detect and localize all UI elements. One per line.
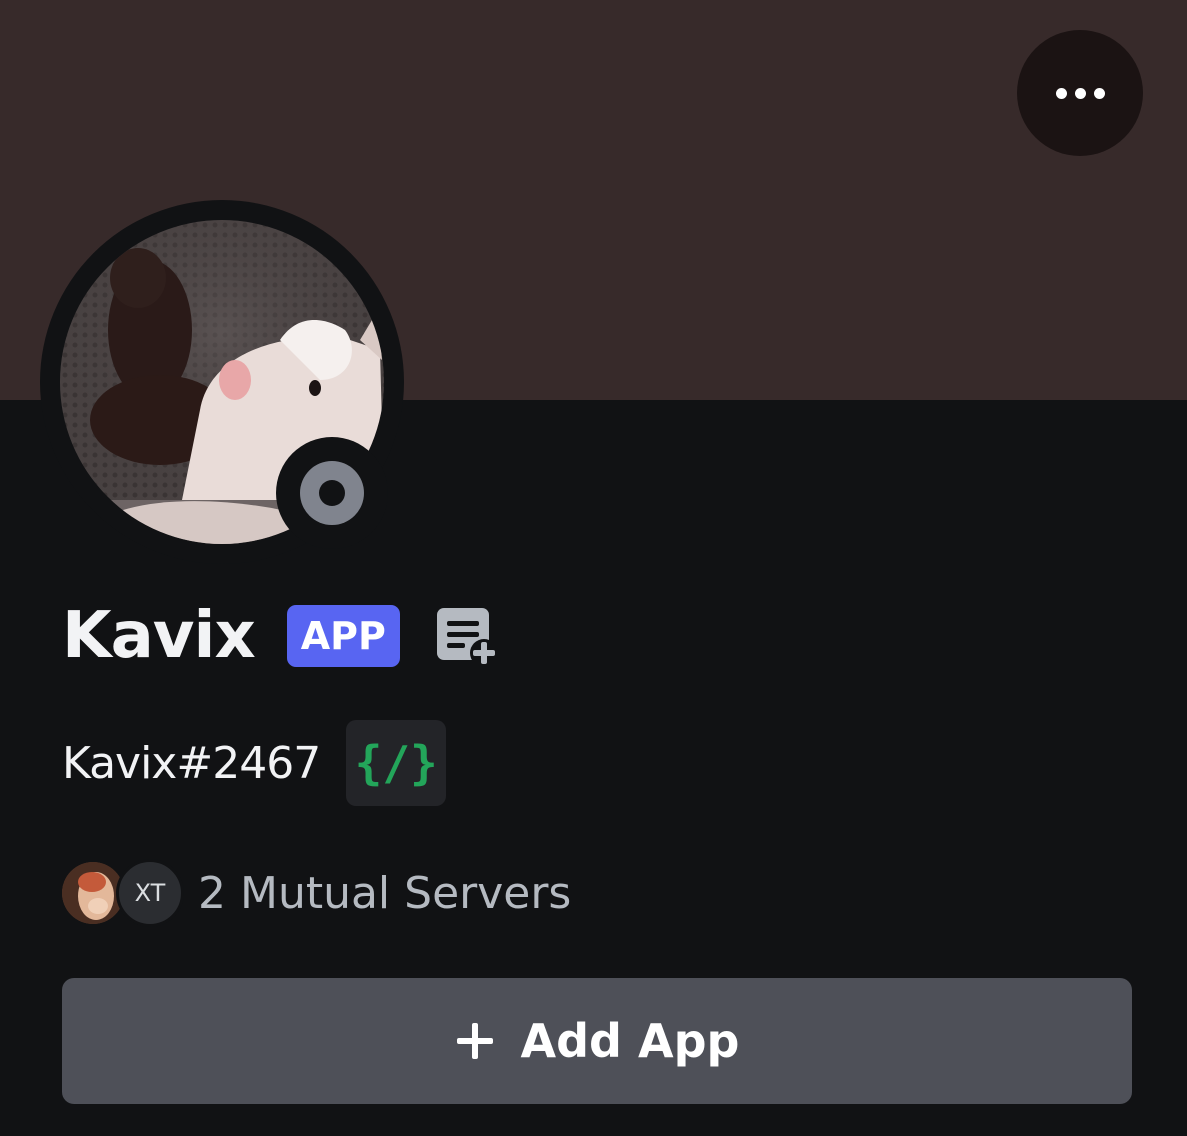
username: Kavix#2467 [62, 737, 321, 789]
mutual-servers[interactable]: XT 2 Mutual Servers [62, 859, 572, 927]
more-options-icon-dot [1074, 87, 1086, 99]
app-profile-card: Kavix APP Kavix#2467 {/} XT 2 Mutual Ser… [0, 0, 1187, 1136]
more-options-button[interactable] [1017, 30, 1143, 156]
server-icon [62, 862, 124, 924]
add-app-label: Add App [520, 1014, 740, 1068]
developer-badge[interactable]: {/} [346, 720, 447, 806]
add-app-button[interactable]: Add App [62, 978, 1132, 1104]
plus-icon [456, 1023, 493, 1059]
slash-commands-icon[interactable] [434, 603, 500, 669]
name-row: Kavix APP [62, 598, 500, 673]
display-name[interactable]: Kavix [62, 599, 256, 673]
app-badge: APP [286, 604, 400, 667]
username-row: Kavix#2467 {/} [62, 720, 447, 806]
mutual-servers-label: 2 Mutual Servers [198, 867, 572, 919]
more-options-icon [1055, 87, 1067, 99]
offline-status-icon [300, 461, 364, 525]
more-options-icon-dot [1093, 87, 1105, 99]
server-icon: XT [116, 859, 184, 927]
